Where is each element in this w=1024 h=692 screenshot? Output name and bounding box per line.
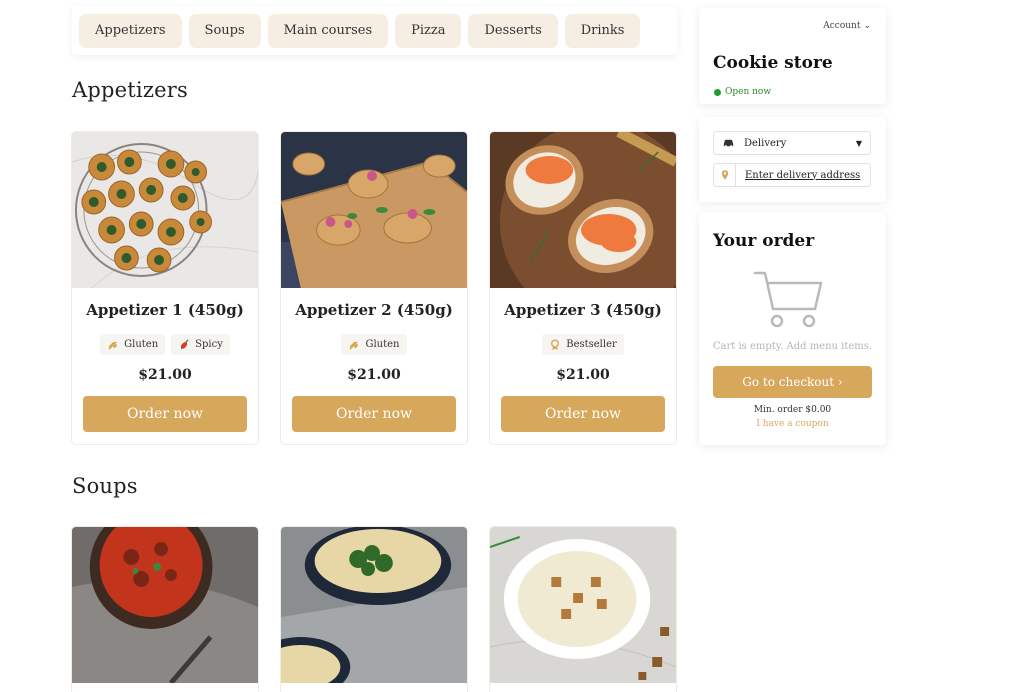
product-name: Appetizer 1 (450g) bbox=[86, 301, 244, 319]
product-image[interactable] bbox=[281, 132, 467, 288]
product-card-appetizer-1: Appetizer 1 (450g) Gluten Spicy $21.00 O… bbox=[71, 131, 259, 445]
order-now-button[interactable]: Order now bbox=[501, 396, 665, 432]
product-card-appetizer-3: Appetizer 3 (450g) Bestseller $21.00 Ord… bbox=[489, 131, 677, 445]
store-panel: Account ⌄ Cookie store Open now bbox=[699, 8, 886, 104]
section-title-soups: Soups bbox=[72, 474, 138, 498]
order-now-button[interactable]: Order now bbox=[83, 396, 247, 432]
delivery-address-field[interactable]: Enter delivery address bbox=[713, 163, 871, 187]
account-label: Account bbox=[823, 21, 861, 31]
tag-label: Spicy bbox=[195, 339, 223, 350]
address-placeholder: Enter delivery address bbox=[745, 169, 861, 181]
product-card-appetizer-2: Appetizer 2 (450g) Gluten $21.00 Order n… bbox=[280, 131, 468, 445]
status-dot-icon bbox=[714, 88, 721, 96]
checkout-button[interactable]: Go to checkout › bbox=[713, 366, 872, 398]
product-name: Appetizer 2 (450g) bbox=[295, 301, 453, 319]
caret-down-icon: ▼ bbox=[855, 138, 862, 148]
order-panel: Your order Cart is empty. Add menu items… bbox=[699, 213, 886, 445]
product-price: $21.00 bbox=[556, 367, 610, 383]
coupon-link[interactable]: I have a coupon bbox=[699, 419, 886, 429]
tag-label: Gluten bbox=[124, 339, 159, 350]
product-tags: Gluten bbox=[281, 334, 467, 355]
category-tab-main-courses[interactable]: Main courses bbox=[267, 13, 389, 48]
wheat-icon bbox=[108, 341, 117, 349]
tag-gluten: Gluten bbox=[341, 334, 407, 355]
section-title-appetizers: Appetizers bbox=[72, 78, 188, 102]
category-tab-drinks[interactable]: Drinks bbox=[564, 13, 641, 48]
product-card-soup-1 bbox=[71, 526, 259, 692]
product-price: $21.00 bbox=[347, 367, 401, 383]
account-menu[interactable]: Account ⌄ bbox=[823, 21, 871, 31]
chevron-down-icon: ⌄ bbox=[863, 21, 871, 31]
map-pin-icon bbox=[714, 164, 736, 186]
tag-bestseller: Bestseller bbox=[542, 334, 624, 355]
chili-pepper-icon bbox=[180, 339, 189, 349]
product-image[interactable] bbox=[281, 527, 467, 683]
product-tags: Gluten Spicy bbox=[72, 334, 258, 355]
category-tab-pizza[interactable]: Pizza bbox=[395, 13, 462, 48]
product-price: $21.00 bbox=[138, 367, 192, 383]
tag-label: Bestseller bbox=[566, 339, 617, 350]
product-card-soup-2 bbox=[280, 526, 468, 692]
order-title: Your order bbox=[713, 231, 815, 251]
product-name: Appetizer 3 (450g) bbox=[504, 301, 662, 319]
tag-spicy: Spicy bbox=[171, 334, 230, 355]
category-tab-appetizers[interactable]: Appetizers bbox=[79, 13, 182, 48]
product-tags: Bestseller bbox=[490, 334, 676, 355]
shopping-cart-icon bbox=[753, 271, 823, 328]
product-image[interactable] bbox=[72, 527, 258, 683]
category-tab-desserts[interactable]: Desserts bbox=[468, 13, 558, 48]
award-icon bbox=[551, 339, 560, 350]
product-card-soup-3 bbox=[489, 526, 677, 692]
delivery-method-value: Delivery bbox=[744, 137, 787, 149]
wheat-icon bbox=[350, 341, 359, 349]
status-label: Open now bbox=[725, 87, 772, 97]
open-status: Open now bbox=[714, 87, 771, 97]
cart-empty-text: Cart is empty. Add menu items. bbox=[712, 341, 873, 352]
product-image[interactable] bbox=[490, 527, 676, 683]
tag-gluten: Gluten bbox=[100, 334, 166, 355]
category-nav: Appetizers Soups Main courses Pizza Dess… bbox=[72, 6, 677, 55]
car-icon bbox=[723, 139, 734, 148]
category-tab-soups[interactable]: Soups bbox=[188, 13, 261, 48]
product-image[interactable] bbox=[72, 132, 258, 288]
order-now-button[interactable]: Order now bbox=[292, 396, 456, 432]
min-order-text: Min. order $0.00 bbox=[753, 405, 832, 415]
delivery-panel: Delivery ▼ Enter delivery address bbox=[699, 117, 886, 202]
product-image[interactable] bbox=[490, 132, 676, 288]
delivery-method-select[interactable]: Delivery ▼ bbox=[713, 131, 871, 155]
store-name: Cookie store bbox=[713, 53, 833, 73]
tag-label: Gluten bbox=[365, 339, 400, 350]
